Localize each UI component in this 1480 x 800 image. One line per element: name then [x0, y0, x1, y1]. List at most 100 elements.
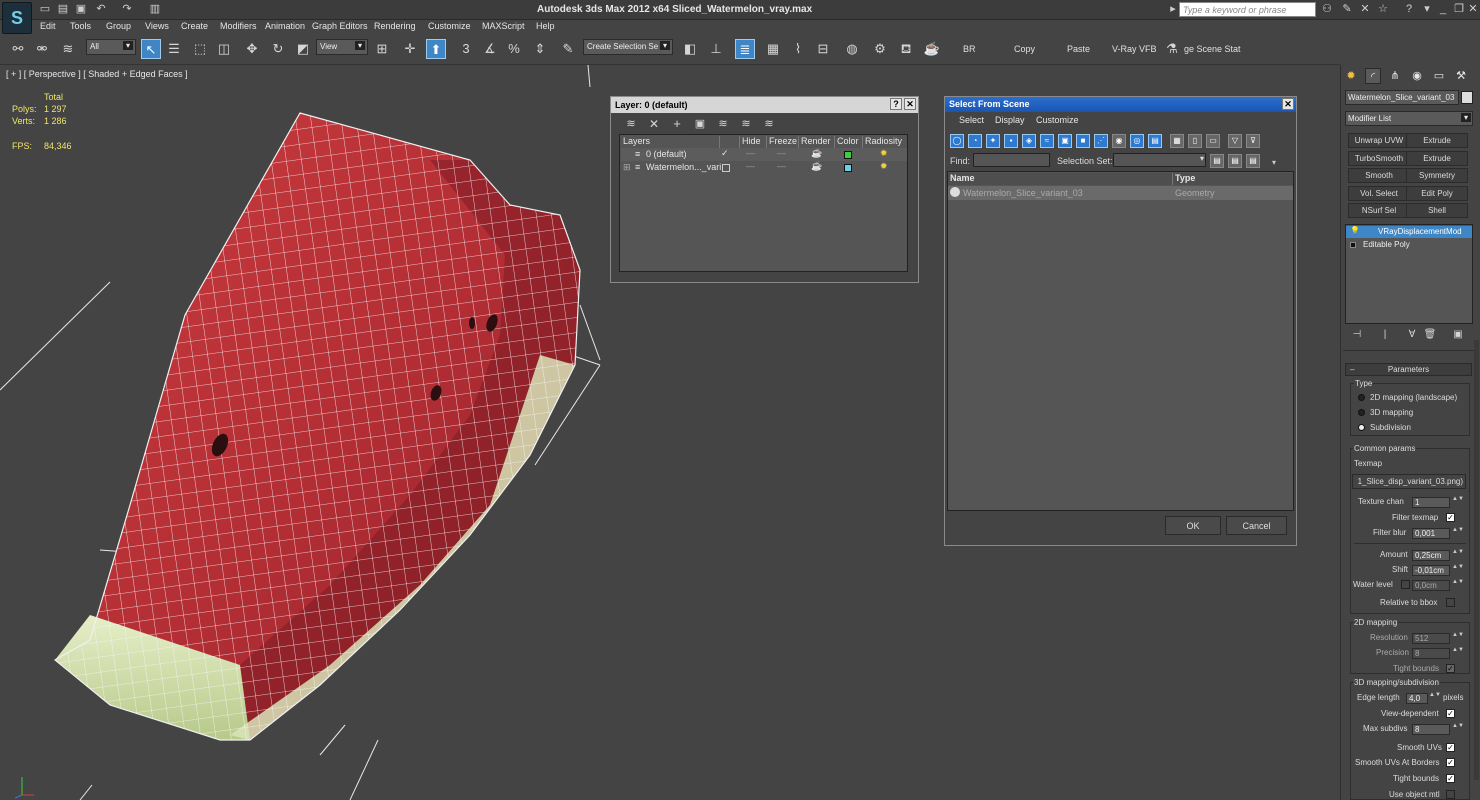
- selection-set-dropdown[interactable]: ▾: [1113, 153, 1206, 167]
- select-dialog-titlebar[interactable]: Select From Scene ✕: [945, 97, 1296, 112]
- communication-icon[interactable]: ✕: [1358, 2, 1372, 16]
- display-bones-icon[interactable]: ⋰: [1094, 134, 1108, 148]
- filter-texmap-checkbox[interactable]: ✓: [1446, 513, 1455, 522]
- modifier-list-dropdown[interactable]: Modifier List ▾: [1345, 111, 1473, 126]
- layer-color-swatch[interactable]: [844, 164, 852, 172]
- layer-row[interactable]: ⊞ ≡ Watermelon..._vari — — ☕ ✹: [621, 161, 907, 174]
- named-selection-dropdown[interactable]: Create Selection Se: [583, 39, 673, 55]
- curve-editor-icon[interactable]: ⌇: [788, 39, 808, 59]
- spinner-arrows-icon[interactable]: ▲▼: [1452, 527, 1464, 539]
- select-menu-display[interactable]: Display: [995, 115, 1025, 125]
- unlink-icon[interactable]: ⚮: [32, 39, 52, 59]
- hierarchy-tab-icon[interactable]: ⋔: [1387, 68, 1403, 84]
- display-lights-icon[interactable]: ✦: [986, 134, 1000, 148]
- rendered-frame-icon[interactable]: ⛾: [896, 39, 916, 59]
- display-invert-icon[interactable]: ▭: [1206, 134, 1220, 148]
- add-to-layer-icon[interactable]: +: [668, 116, 686, 132]
- display-none-icon[interactable]: ▯: [1188, 134, 1202, 148]
- resolution-spinner[interactable]: 512: [1412, 633, 1450, 644]
- select-object-icon[interactable]: ↖: [141, 39, 161, 59]
- selection-set-remove-icon[interactable]: ▤: [1246, 154, 1260, 168]
- show-end-result-icon[interactable]: |: [1377, 327, 1393, 343]
- menu-views[interactable]: Views: [145, 21, 169, 31]
- display-shapes-icon[interactable]: ◔: [968, 134, 982, 148]
- extrude-button[interactable]: Extrude: [1406, 133, 1468, 148]
- snaps-toggle-icon[interactable]: 3: [456, 39, 476, 59]
- rectangular-selection-icon[interactable]: ⬚: [190, 39, 210, 59]
- percent-snap-icon[interactable]: %: [504, 39, 524, 59]
- restore-icon[interactable]: ❐: [1452, 2, 1466, 16]
- selection-filter-dropdown[interactable]: All: [86, 39, 136, 55]
- display-hidden-icon[interactable]: ▤: [1148, 134, 1162, 148]
- hide-all-layers-icon[interactable]: ≋: [737, 116, 755, 132]
- display-groups-icon[interactable]: ▣: [1058, 134, 1072, 148]
- graphite-ribbon-icon[interactable]: ▦: [763, 39, 783, 59]
- project-folder-icon[interactable]: ▥: [148, 2, 162, 16]
- br-button[interactable]: BR: [963, 44, 976, 54]
- display-xrefs-icon[interactable]: ■: [1076, 134, 1090, 148]
- create-tab-icon[interactable]: ✹: [1343, 68, 1359, 84]
- render-teapot-icon[interactable]: ☕: [811, 161, 822, 172]
- list-item[interactable]: Watermelon_Slice_variant_03 Geometry: [948, 186, 1293, 200]
- max-subdivs-spinner[interactable]: 8: [1412, 724, 1450, 735]
- radiosity-icon[interactable]: ✹: [880, 161, 888, 172]
- view-dependent-checkbox[interactable]: ✓: [1446, 709, 1455, 718]
- make-unique-icon[interactable]: ∀: [1404, 327, 1420, 343]
- display-geometry-icon[interactable]: ◯: [950, 134, 964, 148]
- smooth-uvs-checkbox[interactable]: ✓: [1446, 743, 1455, 752]
- favorites-icon[interactable]: ☆: [1376, 2, 1390, 16]
- highlight-layer-icon[interactable]: ≋: [714, 116, 732, 132]
- menu-tools[interactable]: Tools: [70, 21, 91, 31]
- selection-set-edit-icon[interactable]: ▤: [1210, 154, 1224, 168]
- menu-animation[interactable]: Animation: [265, 21, 305, 31]
- unwrap-uvw-button[interactable]: Unwrap UVW: [1348, 133, 1410, 148]
- layer-col-render[interactable]: Render: [798, 136, 834, 148]
- menu-edit[interactable]: Edit: [40, 21, 56, 31]
- relative-bbox-checkbox[interactable]: [1446, 598, 1455, 607]
- menu-create[interactable]: Create: [181, 21, 208, 31]
- copy-button[interactable]: Copy: [1014, 44, 1035, 54]
- scene-stats-button[interactable]: ge Scene Stat: [1184, 44, 1241, 54]
- radio-2d-mapping[interactable]: [1358, 394, 1365, 401]
- save-file-icon[interactable]: ▣: [74, 2, 88, 16]
- new-file-icon[interactable]: ▭: [38, 2, 52, 16]
- create-layer-icon[interactable]: ≋: [622, 116, 640, 132]
- layer-col-freeze[interactable]: Freeze: [766, 136, 798, 148]
- undo-icon[interactable]: ↶: [94, 2, 108, 16]
- layer-dialog-titlebar[interactable]: Layer: 0 (default) ? ✕: [611, 97, 918, 113]
- cancel-button[interactable]: Cancel: [1226, 516, 1287, 535]
- texture-chan-spinner[interactable]: 1: [1412, 497, 1450, 508]
- scene-stats-icon[interactable]: ⚗: [1162, 39, 1182, 59]
- layer-col-current[interactable]: [719, 136, 739, 148]
- pin-stack-icon[interactable]: ⊣: [1349, 327, 1365, 343]
- select-dialog-close-button[interactable]: ✕: [1282, 98, 1294, 110]
- menu-group[interactable]: Group: [106, 21, 131, 31]
- render-teapot-icon[interactable]: ☕: [811, 148, 822, 159]
- amount-spinner[interactable]: 0,25cm: [1412, 550, 1450, 561]
- edit-poly-button[interactable]: Edit Poly: [1406, 186, 1468, 201]
- motion-tab-icon[interactable]: ◉: [1409, 68, 1425, 84]
- rotate-icon[interactable]: ↻: [268, 39, 288, 59]
- ok-button[interactable]: OK: [1165, 516, 1221, 535]
- open-file-icon[interactable]: ▤: [56, 2, 70, 16]
- layer-manager-icon[interactable]: ≣: [735, 39, 755, 59]
- spinner-snap-icon[interactable]: ⇕: [530, 39, 550, 59]
- expand-icon[interactable]: [1350, 242, 1356, 248]
- app-logo-icon[interactable]: S: [2, 2, 32, 34]
- schematic-view-icon[interactable]: ⊟: [813, 39, 833, 59]
- layer-col-hide[interactable]: Hide: [739, 136, 766, 148]
- subscription-icon[interactable]: ✎: [1340, 2, 1354, 16]
- hide-toggle[interactable]: —: [746, 161, 755, 171]
- parameters-rollout-header[interactable]: – Parameters: [1345, 363, 1472, 376]
- select-and-manipulate-icon[interactable]: ✛: [400, 39, 420, 59]
- current-layer-check-icon[interactable]: ✓: [721, 148, 729, 159]
- reference-coordinate-dropdown[interactable]: View: [316, 39, 368, 55]
- radiosity-icon[interactable]: ✹: [880, 148, 888, 159]
- stack-item-vraydisplacement[interactable]: 💡 VRayDisplacementMod: [1346, 226, 1472, 238]
- symmetry-button[interactable]: Symmetry: [1406, 168, 1468, 183]
- layer-col-radiosity[interactable]: Radiosity: [862, 136, 906, 148]
- bind-space-warp-icon[interactable]: ≋: [58, 39, 78, 59]
- select-by-name-icon[interactable]: ☰: [164, 39, 184, 59]
- tight-bounds-checkbox[interactable]: ✓: [1446, 664, 1455, 673]
- binoculars-icon[interactable]: ⚇: [1320, 2, 1334, 16]
